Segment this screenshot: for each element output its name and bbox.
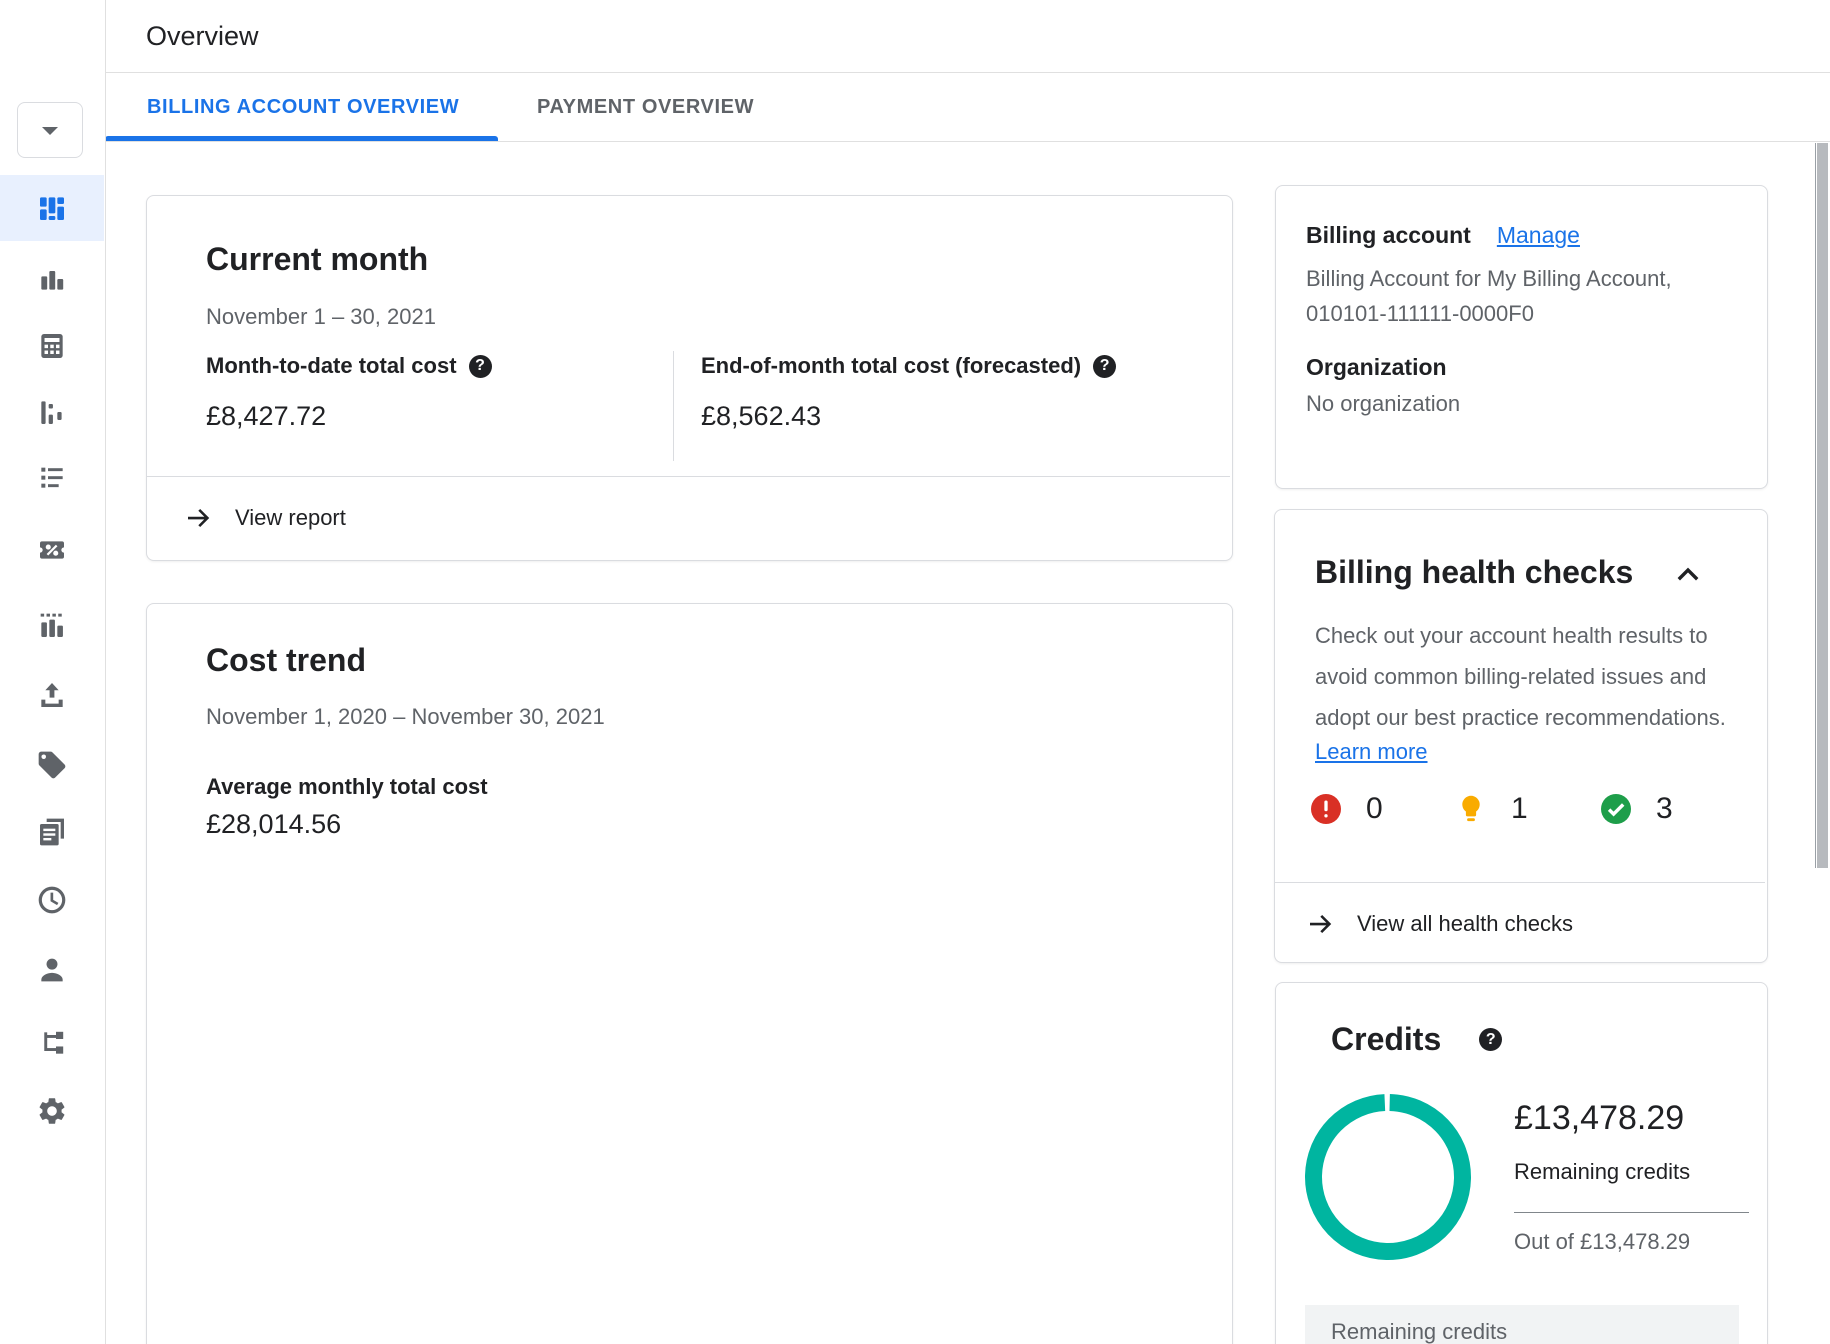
- help-icon[interactable]: ?: [1479, 1028, 1502, 1051]
- sidebar-item-billing-export[interactable]: [36, 679, 68, 711]
- nav-collapse-dropdown[interactable]: [17, 102, 83, 158]
- cost-trend-daterange: November 1, 2020 – November 30, 2021: [206, 704, 605, 730]
- billing-account-name: Billing Account for My Billing Account, …: [1306, 261, 1736, 331]
- sidebar-item-pricing-tag[interactable]: [36, 749, 68, 781]
- month-to-date-stat: Month-to-date total cost ? £8,427.72: [206, 353, 492, 432]
- sidebar-item-billing-overview[interactable]: [36, 192, 68, 224]
- billing-overview-page: £50K£40K£30K£20K£10K Overview BILLING AC…: [0, 0, 1830, 1344]
- suggestion-bulb-icon: [1453, 791, 1489, 827]
- sidebar-item-documents[interactable]: [36, 816, 68, 848]
- end-of-month-value: £8,562.43: [701, 401, 1116, 432]
- billing-export-icon: [36, 679, 68, 711]
- sidebar-item-cost-breakdown[interactable]: [36, 396, 68, 428]
- help-icon[interactable]: ?: [469, 355, 492, 378]
- end-of-month-stat: End-of-month total cost (forecasted) ? £…: [701, 353, 1116, 432]
- transactions-list-icon: [36, 461, 68, 493]
- sidebar-item-account-person[interactable]: [36, 954, 68, 986]
- page-title: Overview: [146, 0, 259, 72]
- arrow-forward-icon: [1305, 909, 1335, 939]
- health-checks-title: Billing health checks: [1315, 554, 1633, 591]
- credits-title: Credits: [1331, 1021, 1441, 1058]
- settings-gear-icon: [36, 1095, 68, 1127]
- tab-billing-account-overview[interactable]: BILLING ACCOUNT OVERVIEW: [147, 73, 459, 141]
- active-tab-underline: [105, 136, 498, 141]
- end-of-month-label: End-of-month total cost (forecasted): [701, 353, 1081, 379]
- sidebar-item-cost-table[interactable]: [36, 330, 68, 362]
- billing-health-checks-card: Billing health checks Check out your acc…: [1274, 509, 1768, 963]
- app-header: [0, 0, 1830, 73]
- credits-card: Credits ? £13,478.29 Remaining credits O…: [1275, 982, 1768, 1344]
- health-stat-count: 0: [1366, 792, 1383, 826]
- learn-more-link[interactable]: Learn more: [1315, 739, 1428, 765]
- arrow-forward-icon: [183, 503, 213, 533]
- month-to-date-label: Month-to-date total cost: [206, 353, 457, 379]
- sidebar-item-history-clock[interactable]: [36, 884, 68, 916]
- stat-divider: [673, 351, 674, 461]
- sidebar-item-budgets-alerts[interactable]: [36, 609, 68, 641]
- pricing-tag-icon: [36, 749, 68, 781]
- account-person-icon: [36, 954, 68, 986]
- billing-account-label: Billing account: [1306, 222, 1471, 249]
- health-stat-count: 1: [1511, 792, 1528, 826]
- passed-check-icon: [1598, 791, 1634, 827]
- health-stat-passed-check: 3: [1598, 791, 1743, 827]
- discount-ticket-icon: [36, 534, 68, 566]
- current-month-card: Current month November 1 – 30, 2021 Mont…: [146, 195, 1233, 561]
- billing-account-card: Billing account Manage Billing Account f…: [1275, 185, 1768, 489]
- left-nav-rail: [0, 0, 106, 1344]
- organization-label: Organization: [1306, 354, 1447, 381]
- cost-trend-title: Cost trend: [206, 642, 366, 679]
- health-stat-error-alert: 0: [1308, 791, 1453, 827]
- sidebar-item-reports[interactable]: [36, 263, 68, 295]
- chevron-down-icon: [42, 127, 58, 135]
- credits-divider: [1514, 1212, 1749, 1213]
- credits-donut-chart: [1298, 1087, 1478, 1267]
- health-stat-suggestion-bulb: 1: [1453, 791, 1598, 827]
- organization-value: No organization: [1306, 391, 1460, 417]
- cost-trend-card: Cost trend November 1, 2020 – November 3…: [146, 603, 1233, 1344]
- health-stat-count: 3: [1656, 792, 1673, 826]
- sidebar-item-transactions-list[interactable]: [36, 461, 68, 493]
- average-monthly-cost-value: £28,014.56: [206, 809, 341, 840]
- documents-icon: [36, 816, 68, 848]
- scrollbar-track-edge: [1815, 143, 1816, 868]
- current-month-title: Current month: [206, 241, 428, 278]
- error-alert-icon: [1308, 791, 1344, 827]
- health-checks-description: Check out your account health results to…: [1315, 615, 1735, 738]
- current-month-daterange: November 1 – 30, 2021: [206, 304, 436, 330]
- sidebar-item-settings-gear[interactable]: [36, 1095, 68, 1127]
- view-report-label: View report: [235, 505, 346, 531]
- chevron-up-icon[interactable]: [1671, 558, 1705, 592]
- month-to-date-value: £8,427.72: [206, 401, 492, 432]
- cost-table-icon: [36, 330, 68, 362]
- budgets-alerts-icon: [36, 609, 68, 641]
- view-all-health-checks-label: View all health checks: [1357, 911, 1573, 937]
- credits-out-of: Out of £13,478.29: [1514, 1229, 1690, 1255]
- reports-icon: [36, 263, 68, 295]
- tab-payment-overview[interactable]: PAYMENT OVERVIEW: [537, 73, 754, 141]
- resource-hierarchy-icon: [36, 1027, 68, 1059]
- credits-table-header-label: Remaining credits: [1331, 1319, 1507, 1344]
- view-report-button[interactable]: View report: [147, 477, 1230, 559]
- remaining-credits-amount: £13,478.29: [1514, 1099, 1684, 1138]
- remaining-credits-label: Remaining credits: [1514, 1159, 1690, 1185]
- tab-bar: BILLING ACCOUNT OVERVIEW PAYMENT OVERVIE…: [105, 73, 1830, 142]
- help-icon[interactable]: ?: [1093, 355, 1116, 378]
- billing-overview-icon: [36, 192, 68, 224]
- scrollbar-thumb[interactable]: [1817, 143, 1828, 868]
- history-clock-icon: [36, 884, 68, 916]
- cost-breakdown-icon: [36, 396, 68, 428]
- sidebar-item-resource-hierarchy[interactable]: [36, 1027, 68, 1059]
- health-checks-stats: 0 1 3: [1308, 791, 1743, 827]
- credits-table-header: Remaining credits: [1305, 1305, 1739, 1344]
- sidebar-item-discount-ticket[interactable]: [36, 534, 68, 566]
- view-all-health-checks-button[interactable]: View all health checks: [1275, 883, 1765, 965]
- manage-link[interactable]: Manage: [1497, 222, 1580, 249]
- average-monthly-cost-label: Average monthly total cost: [206, 774, 488, 800]
